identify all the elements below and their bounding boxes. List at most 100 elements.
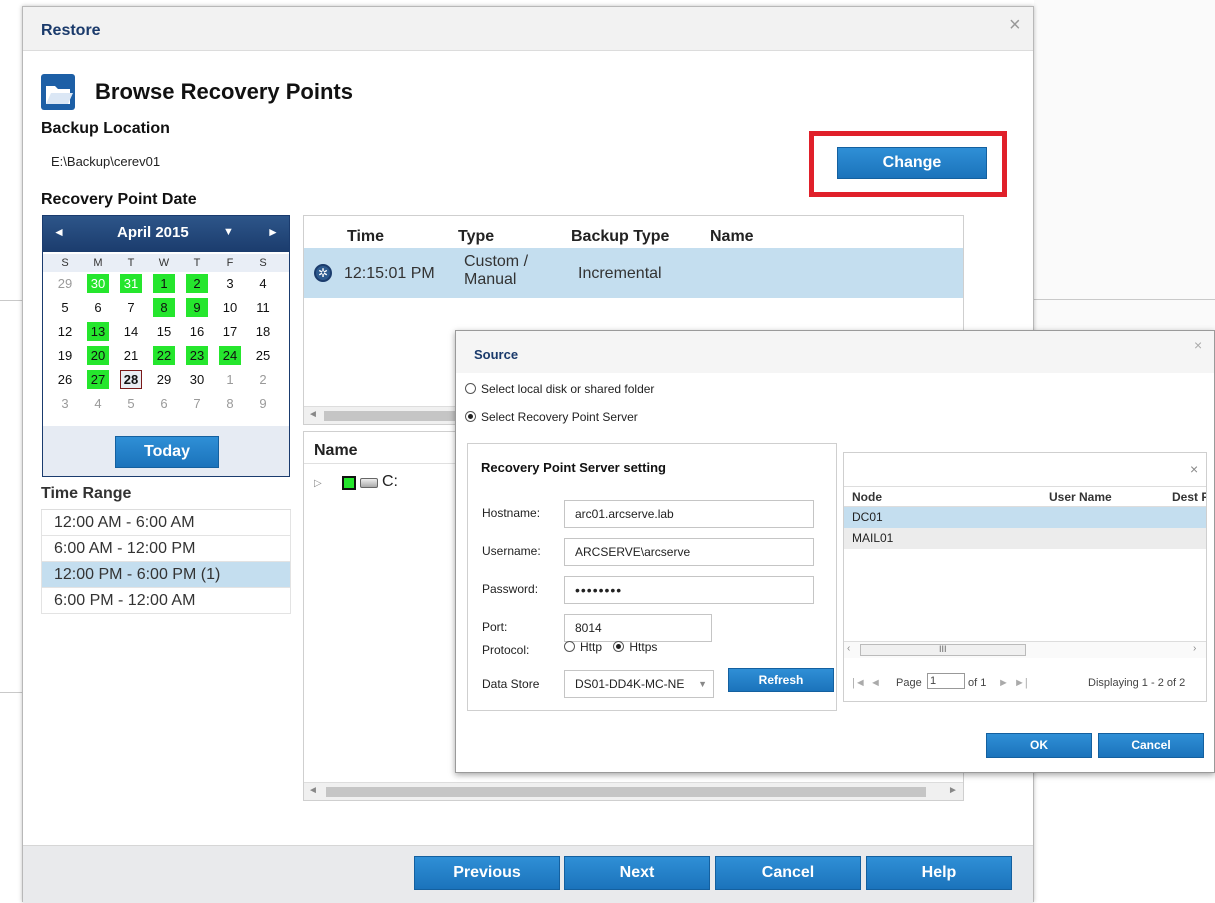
- calendar-day[interactable]: 28: [120, 370, 142, 389]
- calendar-day[interactable]: 8: [153, 298, 175, 317]
- scroll-right-icon[interactable]: ►: [948, 785, 958, 796]
- next-month-icon[interactable]: ►: [267, 225, 279, 239]
- calendar-day[interactable]: 13: [87, 322, 109, 341]
- previous-month-icon[interactable]: ◄: [53, 225, 65, 239]
- calendar-day[interactable]: 2: [252, 370, 274, 389]
- radio-icon[interactable]: [564, 641, 575, 652]
- scroll-right-icon[interactable]: ›: [1193, 643, 1196, 654]
- calendar-day[interactable]: 5: [54, 298, 76, 317]
- horizontal-scrollbar[interactable]: ◄ ►: [304, 782, 963, 800]
- scroll-left-icon[interactable]: ◄: [308, 785, 318, 796]
- calendar-day[interactable]: 6: [153, 394, 175, 413]
- calendar-day[interactable]: 30: [186, 370, 208, 389]
- table-row[interactable]: DC01: [844, 507, 1206, 528]
- horizontal-scrollbar[interactable]: ‹ III ›: [844, 641, 1206, 658]
- clear-icon[interactable]: ×: [1190, 461, 1198, 477]
- calendar-day[interactable]: 9: [186, 298, 208, 317]
- calendar-day[interactable]: 12: [54, 322, 76, 341]
- node-search-bar[interactable]: ×: [844, 453, 1206, 487]
- column-header-name[interactable]: Name: [710, 228, 754, 246]
- calendar-day[interactable]: 29: [54, 274, 76, 293]
- calendar-day[interactable]: 23: [186, 346, 208, 365]
- calendar-day[interactable]: 4: [252, 274, 274, 293]
- port-input[interactable]: [564, 614, 712, 642]
- protocol-http-option[interactable]: Http: [564, 640, 602, 654]
- calendar-day[interactable]: 11: [252, 298, 274, 317]
- table-row[interactable]: ✲ 12:15:01 PM Custom / Manual Incrementa…: [304, 248, 963, 298]
- previous-button[interactable]: Previous: [414, 856, 560, 890]
- calendar-day[interactable]: 25: [252, 346, 274, 365]
- next-button[interactable]: Next: [564, 856, 710, 890]
- password-input[interactable]: ••••••••: [564, 576, 814, 604]
- table-row[interactable]: MAIL01: [844, 528, 1206, 549]
- today-button[interactable]: Today: [115, 436, 219, 468]
- ok-button[interactable]: OK: [986, 733, 1092, 758]
- cancel-button[interactable]: Cancel: [1098, 733, 1204, 758]
- expand-icon[interactable]: ▷: [314, 478, 322, 489]
- first-page-icon[interactable]: |◄: [852, 677, 866, 689]
- calendar-day[interactable]: 5: [120, 394, 142, 413]
- column-header-type[interactable]: Type: [458, 228, 494, 246]
- radio-icon[interactable]: [465, 383, 476, 394]
- calendar-day[interactable]: 31: [120, 274, 142, 293]
- radio-icon[interactable]: [465, 411, 476, 422]
- calendar-day[interactable]: 24: [219, 346, 241, 365]
- calendar-day[interactable]: 15: [153, 322, 175, 341]
- scrollbar-thumb[interactable]: [324, 411, 464, 421]
- tree-item-label[interactable]: C:: [382, 473, 398, 491]
- scroll-left-icon[interactable]: ◄: [308, 409, 318, 420]
- calendar-day[interactable]: 27: [87, 370, 109, 389]
- time-range-item[interactable]: 12:00 AM - 6:00 AM: [41, 510, 291, 536]
- column-header-user-name[interactable]: User Name: [1049, 490, 1112, 504]
- column-header-dest[interactable]: Dest P: [1172, 490, 1206, 504]
- calendar-day[interactable]: 8: [219, 394, 241, 413]
- help-button[interactable]: Help: [866, 856, 1012, 890]
- username-input[interactable]: [564, 538, 814, 566]
- calendar-day[interactable]: 9: [252, 394, 274, 413]
- hostname-input[interactable]: [564, 500, 814, 528]
- drive-checkbox[interactable]: [342, 476, 356, 490]
- previous-page-icon[interactable]: ◄: [870, 677, 881, 689]
- radio-icon[interactable]: [613, 641, 625, 652]
- time-range-item[interactable]: 12:00 PM - 6:00 PM (1): [41, 562, 291, 588]
- calendar-day[interactable]: 10: [219, 298, 241, 317]
- radio-local-disk[interactable]: Select local disk or shared folder: [465, 382, 654, 396]
- calendar-day[interactable]: 7: [186, 394, 208, 413]
- scrollbar-thumb[interactable]: [326, 787, 926, 797]
- month-dropdown-icon[interactable]: ▼: [223, 226, 234, 238]
- radio-recovery-point-server[interactable]: Select Recovery Point Server: [465, 410, 638, 424]
- calendar-day[interactable]: 16: [186, 322, 208, 341]
- calendar-day[interactable]: 30: [87, 274, 109, 293]
- calendar-day[interactable]: 21: [120, 346, 142, 365]
- calendar-day[interactable]: 3: [219, 274, 241, 293]
- column-header-name[interactable]: Name: [314, 442, 358, 460]
- change-button[interactable]: Change: [837, 147, 987, 179]
- calendar-day[interactable]: 6: [87, 298, 109, 317]
- close-icon[interactable]: ×: [1009, 15, 1021, 35]
- calendar-day[interactable]: 29: [153, 370, 175, 389]
- time-range-item[interactable]: 6:00 AM - 12:00 PM: [41, 536, 291, 562]
- column-header-backup-type[interactable]: Backup Type: [571, 228, 669, 246]
- calendar-day[interactable]: 22: [153, 346, 175, 365]
- calendar-day[interactable]: 1: [153, 274, 175, 293]
- scroll-left-icon[interactable]: ‹: [847, 643, 850, 654]
- calendar-day[interactable]: 3: [54, 394, 76, 413]
- calendar-day[interactable]: 17: [219, 322, 241, 341]
- calendar-day[interactable]: 26: [54, 370, 76, 389]
- calendar-day[interactable]: 18: [252, 322, 274, 341]
- calendar-day[interactable]: 4: [87, 394, 109, 413]
- datastore-select[interactable]: DS01-DD4K-MC-NE ▼: [564, 670, 714, 698]
- calendar-day[interactable]: 14: [120, 322, 142, 341]
- column-header-time[interactable]: Time: [347, 228, 384, 246]
- protocol-https-option[interactable]: Https: [613, 640, 657, 654]
- next-page-icon[interactable]: ►: [998, 677, 1009, 689]
- calendar-day[interactable]: 7: [120, 298, 142, 317]
- cancel-button[interactable]: Cancel: [715, 856, 861, 890]
- chevron-down-icon[interactable]: ▼: [698, 671, 707, 697]
- column-header-node[interactable]: Node: [852, 490, 882, 504]
- close-icon[interactable]: ×: [1194, 337, 1202, 353]
- calendar-day[interactable]: 1: [219, 370, 241, 389]
- calendar-day[interactable]: 19: [54, 346, 76, 365]
- time-range-item[interactable]: 6:00 PM - 12:00 AM: [41, 588, 291, 614]
- calendar-day[interactable]: 20: [87, 346, 109, 365]
